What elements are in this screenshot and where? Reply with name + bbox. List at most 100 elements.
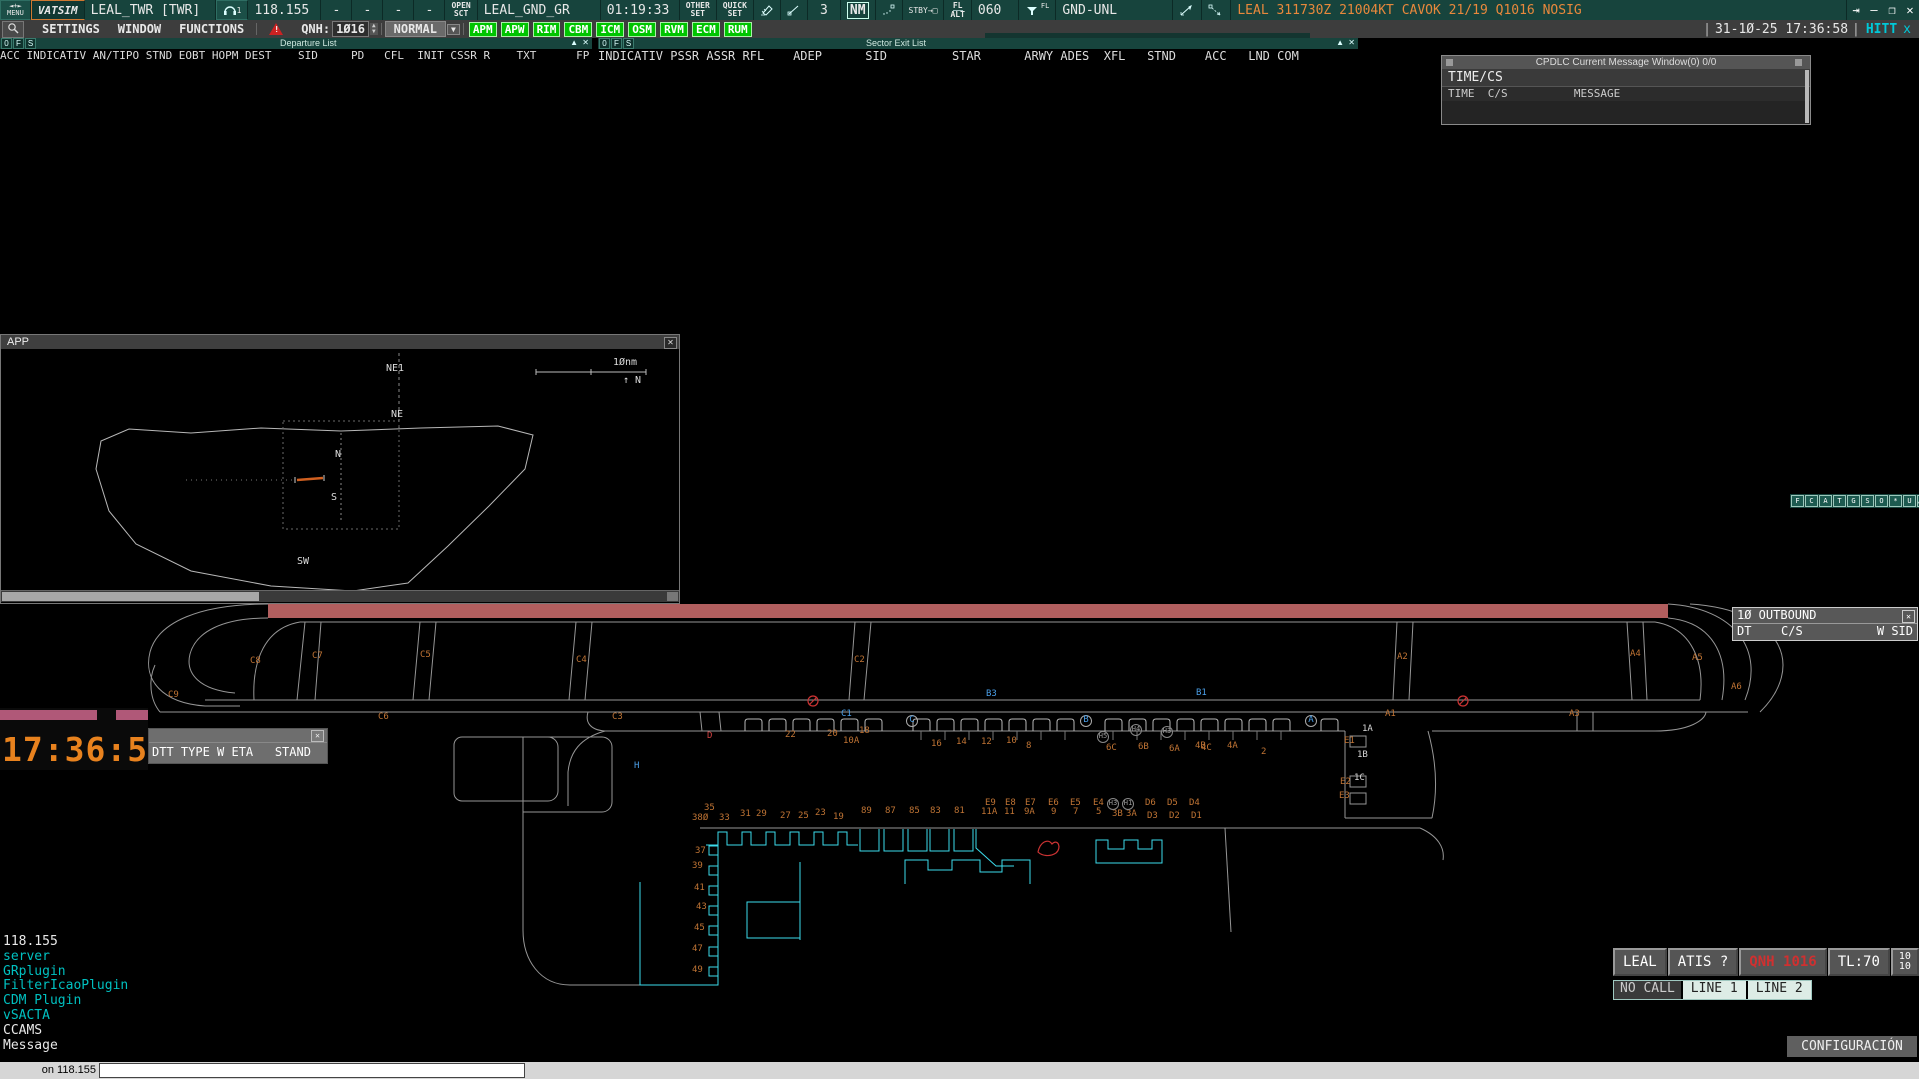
taxiway-stand-label: 49 (692, 966, 703, 975)
dtt-header: DTT TYPE W ETA STAND (149, 743, 327, 761)
outbound-title: 1Ø OUTBOUND (1737, 608, 1816, 622)
chat-line: 118.155 (3, 935, 128, 950)
taxiway-stand-label: 8 (1026, 742, 1031, 751)
taxiway-stand-label: 18 (859, 727, 870, 736)
atis-qnh-button[interactable]: QNH 1016 (1739, 948, 1826, 976)
taxiway-stand-label: E3 (1339, 792, 1350, 801)
chat-line: FilterIcaoPlugin (3, 979, 128, 994)
chat-line: vSACTA (3, 1009, 128, 1024)
holding-point-marker: B (1080, 715, 1092, 727)
taxiway-stand-label: D3 (1147, 812, 1158, 821)
taxiway-stand-label: 20 (827, 730, 838, 739)
taxiway-stand-label: D4 (1189, 799, 1200, 808)
taxiway-stand-label: A5 (1692, 654, 1703, 663)
topsky-btn-c[interactable]: C (1805, 495, 1818, 507)
taxiway-stand-label: B1 (1196, 689, 1207, 698)
taxiway-stand-label: 12 (981, 738, 992, 747)
topsky-strip-buttons: FCATGSO*U (1791, 495, 1917, 507)
taxiway-stand-label: 11 (1004, 808, 1015, 817)
dtt-titlebar[interactable]: ✕ (149, 729, 327, 743)
taxiway-stand-label: E2 (1340, 778, 1351, 787)
close-icon[interactable]: ✕ (1902, 610, 1915, 623)
clock-panel: 17:36:58 (0, 708, 148, 770)
topsky-btn-f[interactable]: F (1791, 495, 1804, 507)
taxiway-stand-label: A1 (1385, 710, 1396, 719)
chat-line: server (3, 950, 128, 965)
holding-point-marker: A (1305, 715, 1317, 727)
taxiway-stand-label: C3 (612, 713, 623, 722)
taxiway-stand-label: A4 (1630, 650, 1641, 659)
taxiway-stand-label: 19 (833, 813, 844, 822)
taxiway-stand-label: 14 (956, 738, 967, 747)
configuration-button[interactable]: CONFIGURACIÓN (1787, 1036, 1917, 1057)
taxiway-stand-label: 6A (1169, 745, 1180, 754)
outbound-columns: DT C/S W SID (1733, 624, 1917, 639)
taxiway-stand-label: 7 (1073, 808, 1078, 817)
outbound-titlebar[interactable]: 1Ø OUTBOUND ✕ (1733, 608, 1917, 624)
topsky-quick-strip: FCATGSO*U ▲ ✕ (1790, 494, 1919, 508)
chat-message-area: 118.155serverGRpluginFilterIcaoPluginCDM… (3, 935, 128, 1053)
taxiway-stand-label: 25 (798, 812, 809, 821)
taxiway-stand-label: 22 (785, 731, 796, 740)
taxiway-stand-label: 1B (1357, 751, 1368, 760)
taxiway-stand-label: C5 (420, 651, 431, 660)
col-wsid: W SID (1877, 624, 1913, 639)
line1-button[interactable]: LINE 1 (1683, 981, 1746, 999)
topsky-btn-o[interactable]: O (1875, 495, 1888, 507)
transition-level-button[interactable]: TL:70 (1828, 948, 1890, 976)
taxiway-stand-label: 6B (1138, 743, 1149, 752)
taxiway-stand-label: 3B (1112, 810, 1123, 819)
taxiway-stand-label: 3A (1126, 810, 1137, 819)
topsky-btn-a[interactable]: A (1819, 495, 1832, 507)
utc-clock[interactable]: 17:36:58 (2, 730, 169, 769)
visibility-button[interactable]: 10 10 (1891, 948, 1919, 976)
close-icon[interactable]: ✕ (311, 730, 324, 742)
topsky-btn-g[interactable]: G (1847, 495, 1860, 507)
airport-label-layer: C9C8C7C5C4C2C6C3C1B3B1HDA2A4A5A6A1A3E1E2… (0, 0, 1919, 1079)
chat-line: Message (3, 1039, 128, 1054)
taxiway-stand-label: C9 (168, 691, 179, 700)
taxiway-stand-label: D6 (1145, 799, 1156, 808)
taxiway-stand-label: C7 (312, 652, 323, 661)
holding-point-marker: H1 (1122, 798, 1134, 810)
dtt-list-window: ✕ DTT TYPE W ETA STAND (148, 728, 328, 764)
clock-accent-bar (0, 710, 97, 720)
taxiway-stand-label: A6 (1731, 683, 1742, 692)
command-input-bar: on 118.155 (0, 1062, 1919, 1079)
taxiway-stand-label: 85 (909, 807, 920, 816)
taxiway-stand-label: 1A (1362, 725, 1373, 734)
taxiway-stand-label: 33 (719, 814, 730, 823)
taxiway-stand-label: C6 (378, 713, 389, 722)
taxiway-stand-label: 87 (885, 807, 896, 816)
ats-client-root: ◄+► MENU VATSIM LEAL_TWR [TWR] 1 118.155… (0, 0, 1919, 1079)
chat-line: CDM Plugin (3, 994, 128, 1009)
taxiway-stand-label: 38Ø (692, 814, 708, 823)
outbound-list-window: 1Ø OUTBOUND ✕ DT C/S W SID (1732, 607, 1918, 641)
topsky-btn-u[interactable]: U (1903, 495, 1916, 507)
taxiway-stand-label: 10A (843, 737, 859, 746)
holding-point-marker: H4 (1130, 724, 1142, 736)
line2-button[interactable]: LINE 2 (1748, 981, 1811, 999)
command-input[interactable] (99, 1063, 525, 1078)
no-call-indicator[interactable]: NO CALL (1614, 981, 1681, 999)
vis-value-2: 10 (1899, 962, 1911, 972)
atis-station-button[interactable]: LEAL (1613, 948, 1667, 976)
taxiway-stand-label: 35 (704, 804, 715, 813)
intercom-lines-bar: NO CALL LINE 1 LINE 2 (1613, 980, 1812, 1000)
chat-line: GRplugin (3, 965, 128, 980)
taxiway-stand-label: 6C (1106, 744, 1117, 753)
taxiway-stand-label: 29 (756, 810, 767, 819)
taxiway-stand-label: 16 (931, 740, 942, 749)
taxiway-stand-label: D5 (1167, 799, 1178, 808)
holding-point-marker: H3 (1107, 798, 1119, 810)
atis-letter-button[interactable]: ATIS ? (1668, 948, 1739, 976)
topsky-btn-*[interactable]: * (1889, 495, 1902, 507)
taxiway-stand-label: 4A (1227, 742, 1238, 751)
taxiway-stand-label: 41 (694, 884, 705, 893)
taxiway-stand-label: C1 (841, 710, 852, 719)
taxiway-stand-label: 43 (696, 903, 707, 912)
topsky-btn-s[interactable]: S (1861, 495, 1874, 507)
topsky-btn-t[interactable]: T (1833, 495, 1846, 507)
taxiway-stand-label: C8 (250, 657, 261, 666)
taxiway-stand-label: 83 (930, 807, 941, 816)
